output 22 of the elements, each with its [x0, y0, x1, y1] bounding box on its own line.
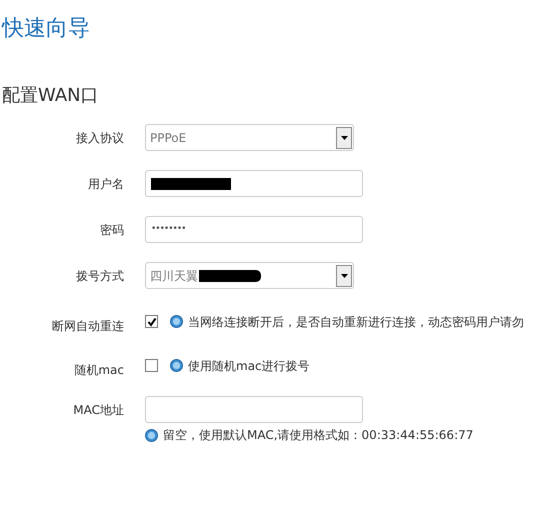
help-icon [170, 315, 183, 328]
help-icon [170, 359, 183, 372]
section-heading: 配置WAN口 [2, 84, 99, 108]
dropdown[interactable]: 四川天翼 [145, 262, 354, 289]
field-label: 密码 [100, 222, 124, 238]
help-icon [145, 428, 158, 442]
hint-text: 使用随机mac进行拨号 [188, 358, 310, 374]
hint-text: 留空，使用默认MAC,请使用格式如：00:33:44:55:66:77 [163, 427, 474, 444]
field-label: MAC地址 [73, 402, 124, 418]
page-title: 快速向导 [2, 15, 90, 43]
field-label: 用户名 [88, 176, 124, 192]
hint-text: 当网络连接断开后，是否自动重新进行连接，动态密码用户请勿 [188, 314, 524, 330]
checkbox[interactable] [145, 315, 158, 328]
input-field[interactable] [145, 170, 363, 197]
field-label: 拨号方式 [76, 268, 124, 284]
field-label: 接入协议 [76, 130, 124, 146]
field-label: 断网自动重连 [52, 318, 124, 334]
input-field[interactable]: •••••••• [145, 216, 363, 243]
checkbox[interactable] [145, 359, 158, 372]
input-field[interactable] [145, 396, 363, 423]
dropdown[interactable]: PPPoE [145, 124, 354, 151]
field-label: 随机mac [74, 362, 124, 378]
